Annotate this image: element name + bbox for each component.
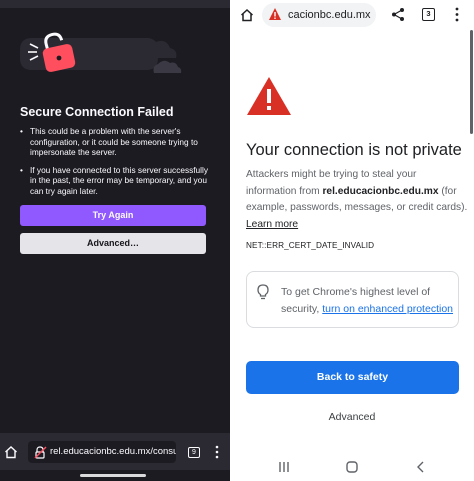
not-secure-warning-icon[interactable] xyxy=(268,7,282,21)
back-icon[interactable] xyxy=(416,461,424,473)
enhanced-protection-link[interactable]: turn on enhanced protection xyxy=(322,303,453,315)
error-code: NET::ERR_CERT_DATE_INVALID xyxy=(246,241,375,250)
advanced-button[interactable]: Advanced… xyxy=(20,233,206,254)
warning-triangle-icon xyxy=(247,77,291,115)
advanced-button[interactable]: Advanced xyxy=(230,411,474,423)
broken-lock-illustration xyxy=(20,32,182,73)
tab-counter-button[interactable]: 9 xyxy=(188,447,200,458)
warning-description: Attackers might be trying to steal your … xyxy=(246,167,468,233)
gesture-handle xyxy=(80,474,146,477)
status-strip xyxy=(0,0,230,8)
learn-more-link[interactable]: Learn more xyxy=(246,219,298,230)
firefox-pane: Secure Connection Failed This could be a… xyxy=(0,0,230,481)
scrollbar[interactable] xyxy=(470,30,473,134)
page-title: Your connection is not private xyxy=(246,141,462,159)
share-icon[interactable] xyxy=(391,7,405,22)
error-title: Secure Connection Failed xyxy=(20,105,174,119)
error-details-list: This could be a problem with the server'… xyxy=(20,126,210,203)
card-text: To get Chrome's highest level of securit… xyxy=(281,284,457,317)
error-detail-item: If you have connected to this server suc… xyxy=(20,165,210,197)
kebab-menu-icon[interactable] xyxy=(454,7,460,22)
try-again-button[interactable]: Try Again xyxy=(20,205,206,226)
chrome-pane: cacionbc.edu.mx 3 Your connection is not… xyxy=(230,0,474,481)
home-icon[interactable] xyxy=(240,8,254,22)
tab-counter-button[interactable]: 3 xyxy=(422,8,435,21)
home-icon[interactable] xyxy=(4,445,18,459)
recents-icon[interactable] xyxy=(278,461,290,473)
kebab-menu-icon[interactable] xyxy=(214,445,220,459)
url-field[interactable]: rel.educacionbc.edu.mx/consu xyxy=(28,441,176,463)
insecure-lock-icon[interactable] xyxy=(34,446,47,459)
system-nav-bar xyxy=(230,453,474,481)
back-to-safety-button[interactable]: Back to safety xyxy=(246,361,459,394)
nav-home-icon[interactable] xyxy=(346,461,358,473)
site-domain: rel.educacionbc.edu.mx xyxy=(322,185,439,197)
lightbulb-icon xyxy=(257,284,269,300)
enhanced-protection-card: To get Chrome's highest level of securit… xyxy=(246,271,459,328)
error-detail-item: This could be a problem with the server'… xyxy=(20,126,210,158)
